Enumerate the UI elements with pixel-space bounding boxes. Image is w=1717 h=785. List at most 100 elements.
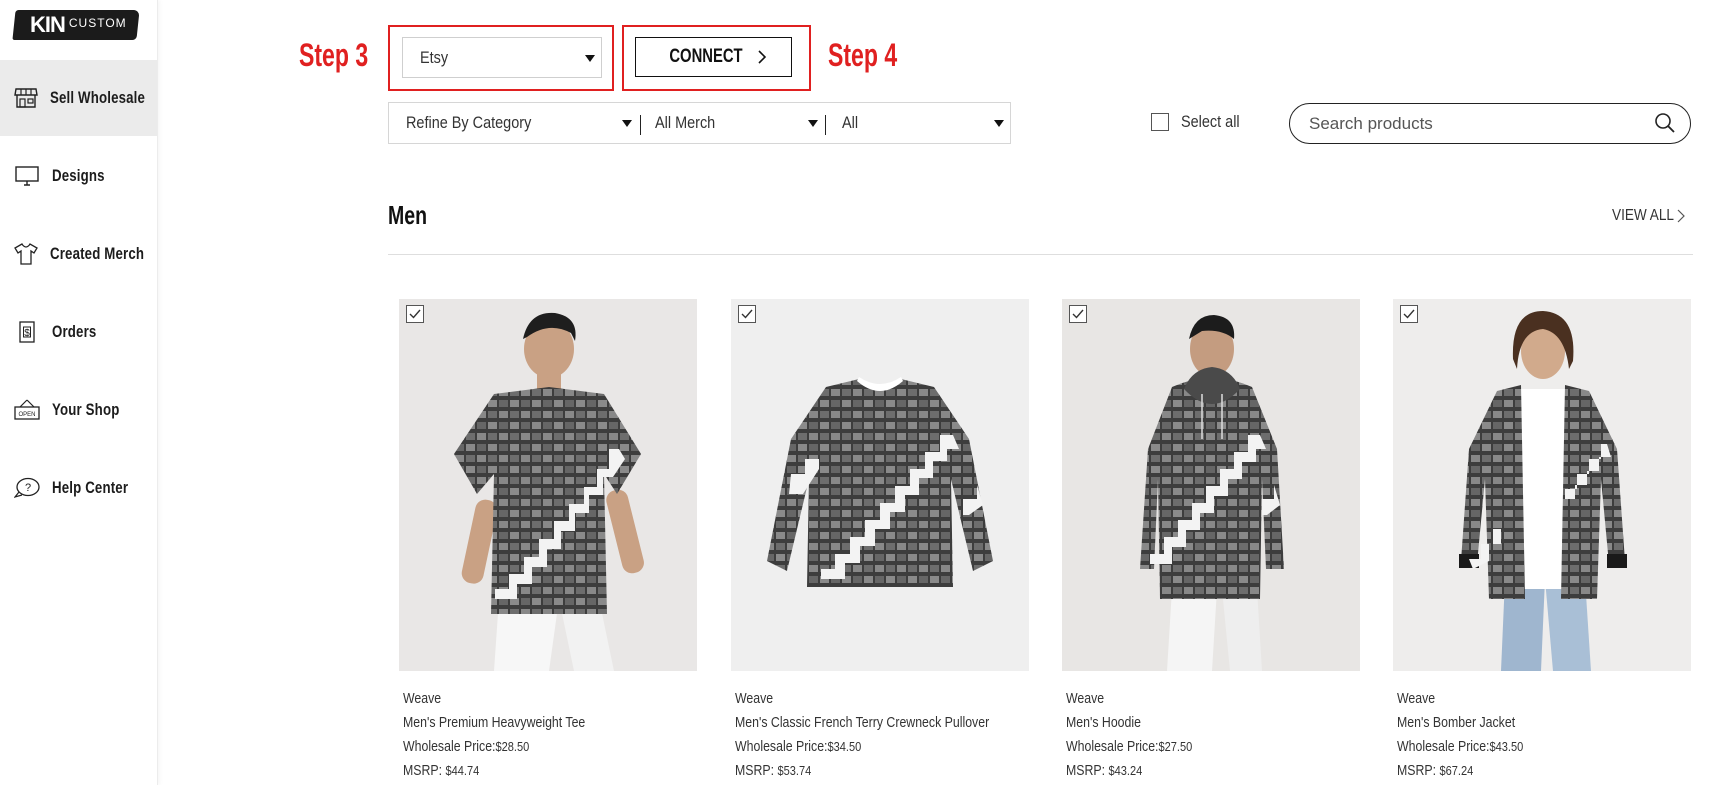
open-sign-icon: OPEN [14, 398, 40, 422]
svg-text:OPEN: OPEN [18, 412, 35, 418]
product-design-name: Weave [735, 691, 774, 707]
status-filter-value: All [842, 113, 859, 132]
sidebar-item-orders[interactable]: $ Orders [0, 294, 157, 370]
msrp-value: $44.74 [445, 762, 480, 778]
msrp-label: MSRP: [403, 762, 446, 779]
caret-down-icon [585, 55, 595, 62]
msrp-value: $67.24 [1439, 762, 1474, 778]
platform-select-value: Etsy [420, 47, 449, 67]
receipt-icon: $ [14, 320, 40, 344]
product-photo-tee [454, 312, 644, 671]
product-name[interactable]: Men's Bomber Jacket [1397, 712, 1647, 736]
sidebar-item-sell-wholesale[interactable]: Sell Wholesale [0, 60, 157, 136]
product-name[interactable]: Men's Classic French Terry Crewneck Pull… [735, 712, 989, 736]
filter-bar: Refine By Category All Merch All [388, 102, 1011, 144]
product-wholesale-price: Wholesale Price:$34.50 [735, 735, 985, 759]
checkmark-icon [741, 309, 753, 319]
tshirt-icon [14, 242, 38, 266]
product-msrp: MSRP: $44.74 [403, 759, 653, 783]
section-title: Men [388, 200, 427, 230]
wholesale-value: $34.50 [827, 739, 862, 754]
wholesale-value: $43.50 [1489, 739, 1524, 754]
checkmark-icon [409, 309, 421, 319]
select-all-checkbox[interactable] [1151, 113, 1169, 131]
storefront-icon [14, 86, 38, 110]
product-design-name: Weave [403, 691, 442, 707]
product-checkbox[interactable] [406, 305, 424, 323]
sidebar-item-label: Orders [52, 322, 97, 341]
search-bar [1289, 103, 1691, 144]
msrp-label: MSRP: [1066, 762, 1109, 779]
product-card[interactable]: Weave Men's Classic French Terry Crewnec… [731, 299, 1029, 782]
view-all-link[interactable]: VIEW ALL [1612, 207, 1685, 225]
sidebar-item-label: Created Merch [50, 244, 145, 263]
sidebar-item-label: Help Center [52, 478, 129, 497]
sidebar-item-created-merch[interactable]: Created Merch [0, 216, 157, 292]
search-icon[interactable] [1654, 112, 1676, 134]
step4-label: Step 4 [828, 37, 898, 73]
filter-divider [640, 115, 641, 135]
status-filter[interactable]: All [842, 103, 992, 143]
product-checkbox[interactable] [1069, 305, 1087, 323]
product-name[interactable]: Men's Premium Heavyweight Tee [403, 712, 653, 736]
sidebar-item-designs[interactable]: Designs [0, 138, 157, 214]
product-name[interactable]: Men's Hoodie [1066, 712, 1316, 736]
logo-kin-text: KIN [30, 12, 66, 37]
product-image[interactable] [1393, 299, 1691, 671]
wholesale-label: Wholesale Price: [735, 739, 828, 755]
product-design-name: Weave [1066, 691, 1105, 707]
sidebar-item-label: Sell Wholesale [50, 88, 146, 107]
connect-button-label: CONNECT [668, 46, 743, 67]
chevron-right-icon [758, 50, 767, 64]
step3-label: Step 3 [299, 37, 369, 73]
product-image[interactable] [1062, 299, 1360, 671]
product-image[interactable] [399, 299, 697, 671]
svg-text:?: ? [25, 482, 31, 494]
wholesale-label: Wholesale Price: [1397, 739, 1490, 755]
filter-divider [825, 115, 826, 135]
select-all[interactable]: Select all [1151, 112, 1250, 132]
monitor-icon [14, 164, 40, 188]
kin-custom-logo[interactable]: KIN CUSTOM [12, 6, 140, 44]
sidebar-item-help-center[interactable]: ? Help Center [0, 450, 157, 526]
checkmark-icon [1403, 309, 1415, 319]
merch-filter[interactable]: All Merch [655, 103, 815, 143]
sidebar-item-your-shop[interactable]: OPEN Your Shop [0, 372, 157, 448]
product-card[interactable]: Weave Men's Hoodie Wholesale Price:$27.5… [1062, 299, 1360, 782]
sidebar-item-label: Your Shop [52, 400, 120, 419]
select-all-label: Select all [1181, 112, 1240, 131]
product-photo-hoodie [1140, 315, 1284, 671]
product-card[interactable]: Weave Men's Bomber Jacket Wholesale Pric… [1393, 299, 1691, 782]
caret-down-icon [808, 120, 818, 127]
product-msrp: MSRP: $53.74 [735, 759, 985, 783]
section-divider [388, 254, 1693, 255]
product-design-name: Weave [1397, 691, 1436, 707]
platform-select[interactable]: Etsy [402, 37, 602, 78]
logo-custom-text: CUSTOM [68, 16, 127, 30]
product-photo-bomber [1459, 311, 1627, 671]
wholesale-label: Wholesale Price: [1066, 739, 1159, 755]
connect-button[interactable]: CONNECT [635, 37, 792, 77]
product-card[interactable]: Weave Men's Premium Heavyweight Tee Whol… [399, 299, 697, 782]
msrp-value: $43.24 [1108, 762, 1143, 778]
product-wholesale-price: Wholesale Price:$28.50 [403, 735, 653, 759]
product-msrp: MSRP: $67.24 [1397, 759, 1647, 783]
caret-down-icon [622, 120, 632, 127]
search-input[interactable] [1307, 112, 1631, 135]
product-checkbox[interactable] [1400, 305, 1418, 323]
product-wholesale-price: Wholesale Price:$27.50 [1066, 735, 1316, 759]
product-image[interactable] [731, 299, 1029, 671]
checkmark-icon [1072, 309, 1084, 319]
view-all-label: VIEW ALL [1612, 207, 1674, 224]
wholesale-value: $27.50 [1158, 739, 1193, 754]
wholesale-value: $28.50 [495, 739, 530, 754]
msrp-label: MSRP: [735, 762, 778, 779]
category-filter-value: Refine By Category [406, 113, 532, 132]
product-msrp: MSRP: $43.24 [1066, 759, 1316, 783]
msrp-value: $53.74 [777, 762, 812, 778]
product-photo-pullover [767, 377, 993, 587]
category-filter[interactable]: Refine By Category [406, 103, 616, 143]
merch-filter-value: All Merch [655, 113, 716, 132]
product-checkbox[interactable] [738, 305, 756, 323]
msrp-label: MSRP: [1397, 762, 1440, 779]
